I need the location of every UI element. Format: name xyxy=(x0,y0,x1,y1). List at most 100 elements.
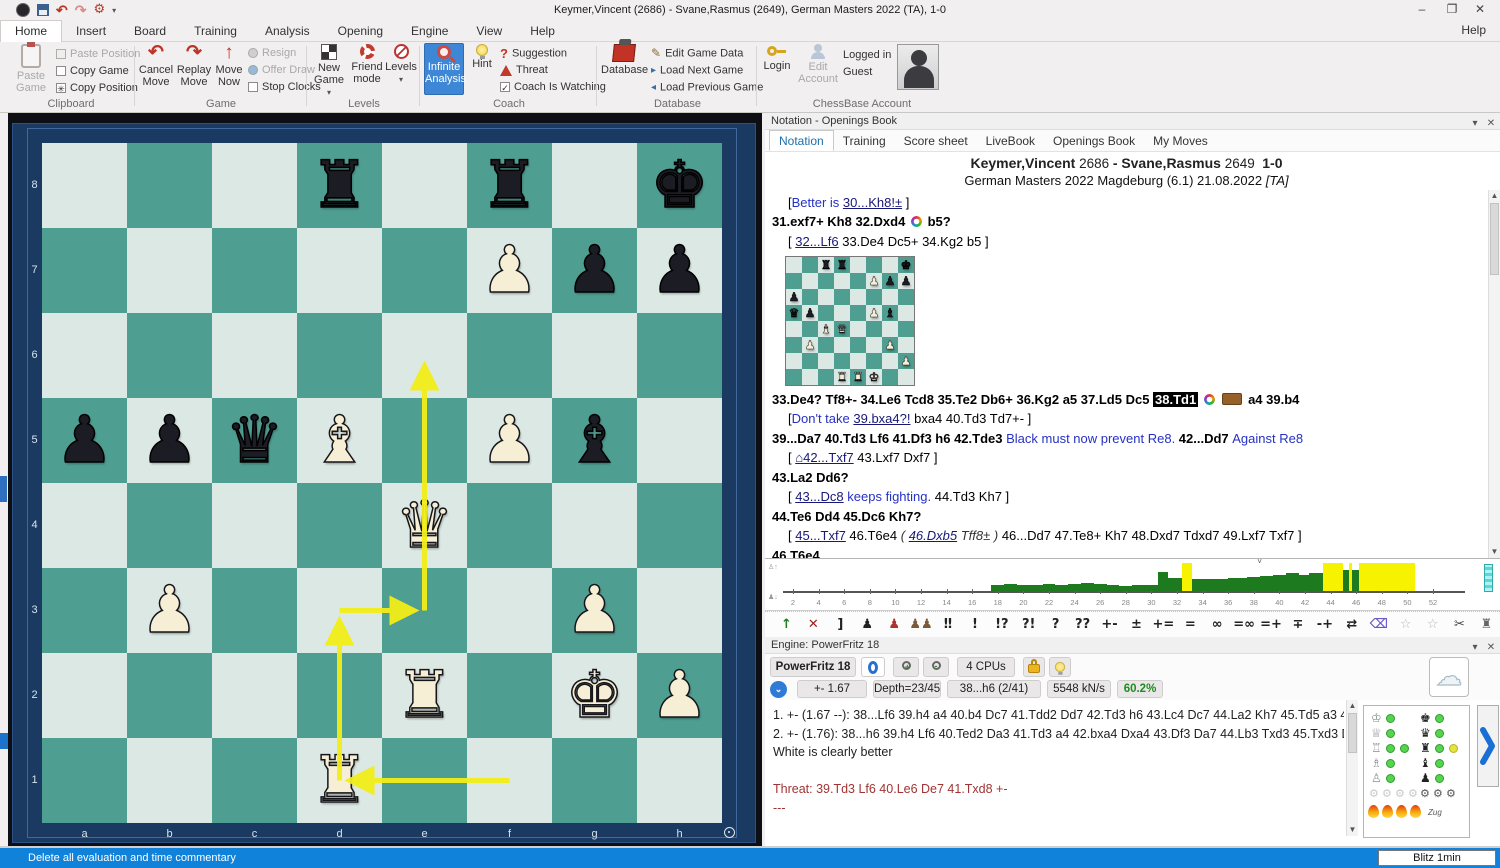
annotation-symbol[interactable]: ! xyxy=(961,617,988,632)
eval-bar[interactable] xyxy=(1309,573,1323,591)
board-square-a8[interactable] xyxy=(786,257,802,273)
move-text[interactable]: 39...Da7 40.Td3 Lf6 41.Df3 h6 42.Tde3 xyxy=(772,431,1006,446)
annotation-symbol[interactable]: ♜ xyxy=(1473,617,1500,632)
annotation-symbol[interactable]: ∞ xyxy=(1204,617,1231,632)
annotation-symbol[interactable]: ☆ xyxy=(1392,617,1419,632)
ribbon-tab-opening[interactable]: Opening xyxy=(324,21,397,43)
piece-bq-c5[interactable]: ♛ xyxy=(212,398,297,483)
move-text[interactable]: ⌂42...Txf7 xyxy=(795,450,853,465)
eval-bar[interactable] xyxy=(1209,579,1228,591)
friend-mode-button[interactable]: Friend mode xyxy=(349,43,385,95)
board-square-b8[interactable] xyxy=(127,143,212,228)
board-square-b7[interactable] xyxy=(127,228,212,313)
eval-bar[interactable] xyxy=(1017,585,1030,591)
annotation-symbol[interactable]: ♟♟ xyxy=(908,617,935,632)
board-square-f3[interactable] xyxy=(467,568,552,653)
eval-bar[interactable] xyxy=(1182,563,1192,591)
board-square-b4[interactable] xyxy=(127,483,212,568)
board-square-a4[interactable] xyxy=(786,321,802,337)
board-square-e6[interactable] xyxy=(850,289,866,305)
piece-wp-f7[interactable]: ♟ xyxy=(467,228,552,313)
move-text[interactable] xyxy=(1217,392,1221,407)
paste-game-button[interactable]: Paste Game xyxy=(12,43,50,95)
board-square-f8[interactable] xyxy=(866,257,882,273)
login-button[interactable]: Login xyxy=(761,43,793,95)
move-text[interactable]: 46.T6e4 xyxy=(846,528,901,543)
piece-bp-b5[interactable]: ♟ xyxy=(127,398,212,483)
board-square-b2[interactable] xyxy=(127,653,212,738)
annotation-symbol[interactable]: ± xyxy=(1123,617,1150,632)
board-square-h4[interactable] xyxy=(637,483,722,568)
paste-position-button[interactable]: Paste Position xyxy=(56,47,140,62)
board-square-e5[interactable] xyxy=(850,305,866,321)
board-square-d3[interactable] xyxy=(297,568,382,653)
board-square-c3[interactable] xyxy=(818,337,834,353)
board-square-d2[interactable] xyxy=(834,353,850,369)
board-square-b2[interactable] xyxy=(802,353,818,369)
eval-bar[interactable] xyxy=(1192,579,1209,591)
board-square-h1[interactable] xyxy=(898,369,914,385)
piece-br-f8[interactable]: ♜ xyxy=(467,143,552,228)
eval-bar[interactable] xyxy=(1168,578,1182,591)
levels-button[interactable]: Levels ▾ xyxy=(385,43,417,95)
eval-bar[interactable] xyxy=(1359,563,1415,591)
piece-wb-d5[interactable]: ♝ xyxy=(297,398,382,483)
load-previous-game-button[interactable]: ◂Load Previous Game xyxy=(651,80,763,95)
expand-panel-button[interactable] xyxy=(1477,705,1499,787)
board-square-d3[interactable] xyxy=(834,337,850,353)
ribbon-tab-analysis[interactable]: Analysis xyxy=(251,21,324,43)
replay-move-button[interactable]: ↷Replay Move xyxy=(176,43,212,95)
chart-scroll-thumb[interactable] xyxy=(1484,564,1493,592)
move-text[interactable]: 44.Te6 Dd4 45.Dc6 Kh7? xyxy=(772,509,921,524)
eval-bar[interactable] xyxy=(1299,575,1309,591)
copy-game-button[interactable]: Copy Game xyxy=(56,64,129,79)
board-square-f4[interactable] xyxy=(467,483,552,568)
board-square-f6[interactable] xyxy=(467,313,552,398)
board-square-e8[interactable] xyxy=(382,143,467,228)
board-square-g6[interactable] xyxy=(552,313,637,398)
engine-arrow-icon[interactable]: ⌄ xyxy=(770,681,787,698)
engine-line-1[interactable]: 1. +- (1.67 --): 38...Lf6 39.h4 a4 40.b4… xyxy=(773,706,1344,725)
board-square-h5[interactable] xyxy=(898,305,914,321)
piece-wp-h2[interactable]: ♟ xyxy=(898,353,914,369)
piece-wr-e1[interactable]: ♜ xyxy=(850,369,866,385)
new-game-button[interactable]: New Game ▾ xyxy=(311,43,347,95)
board-square-b1[interactable] xyxy=(802,369,818,385)
time-control-badge[interactable]: Blitz 1min xyxy=(1378,850,1496,866)
board-square-e6[interactable] xyxy=(382,313,467,398)
annotation-symbol[interactable]: =∞ xyxy=(1231,617,1258,632)
piece-bp-h7[interactable]: ♟ xyxy=(637,228,722,313)
move-text[interactable]: 33.De4 Dc5+ 34.Kg2 b5 ] xyxy=(839,234,989,249)
ribbon-tab-board[interactable]: Board xyxy=(120,21,180,43)
piece-wr-d1[interactable]: ♜ xyxy=(297,738,382,823)
piece-wr-e2[interactable]: ♜ xyxy=(382,653,467,738)
piece-br-c8[interactable]: ♜ xyxy=(818,257,834,273)
move-text[interactable]: 43.La2 Dd6? xyxy=(772,470,849,485)
piece-bk-h8[interactable]: ♚ xyxy=(898,257,914,273)
piece-wp-g3[interactable]: ♟ xyxy=(552,568,637,653)
move-text[interactable]: 30...Kh8!± xyxy=(843,195,902,210)
eval-bar[interactable] xyxy=(1323,563,1343,591)
board-square-f2[interactable] xyxy=(866,353,882,369)
eval-bar[interactable] xyxy=(1043,584,1056,591)
piece-bb-g5[interactable]: ♝ xyxy=(552,398,637,483)
board-square-f6[interactable] xyxy=(866,289,882,305)
eval-bar[interactable] xyxy=(1247,577,1260,591)
board-square-e2[interactable] xyxy=(850,353,866,369)
board-square-e3[interactable] xyxy=(850,337,866,353)
board-square-g4[interactable] xyxy=(552,483,637,568)
board-square-d7[interactable] xyxy=(834,273,850,289)
annotation-symbol[interactable]: ↑ xyxy=(773,617,800,632)
board-square-c2[interactable] xyxy=(818,353,834,369)
threat-button[interactable]: Threat xyxy=(500,63,548,78)
zoom-out-button[interactable]: - xyxy=(923,657,949,677)
piece-br-d8[interactable]: ♜ xyxy=(297,143,382,228)
board-square-b8[interactable] xyxy=(802,257,818,273)
piece-bp-a5[interactable]: ♟ xyxy=(42,398,127,483)
board-square-c5[interactable] xyxy=(818,305,834,321)
board-square-g1[interactable] xyxy=(552,738,637,823)
annotation-symbol[interactable]: ☆ xyxy=(1419,617,1446,632)
engine-stop-button[interactable] xyxy=(861,657,885,677)
move-text[interactable]: 39.bxa4?! xyxy=(853,411,910,426)
board-square-g6[interactable] xyxy=(882,289,898,305)
